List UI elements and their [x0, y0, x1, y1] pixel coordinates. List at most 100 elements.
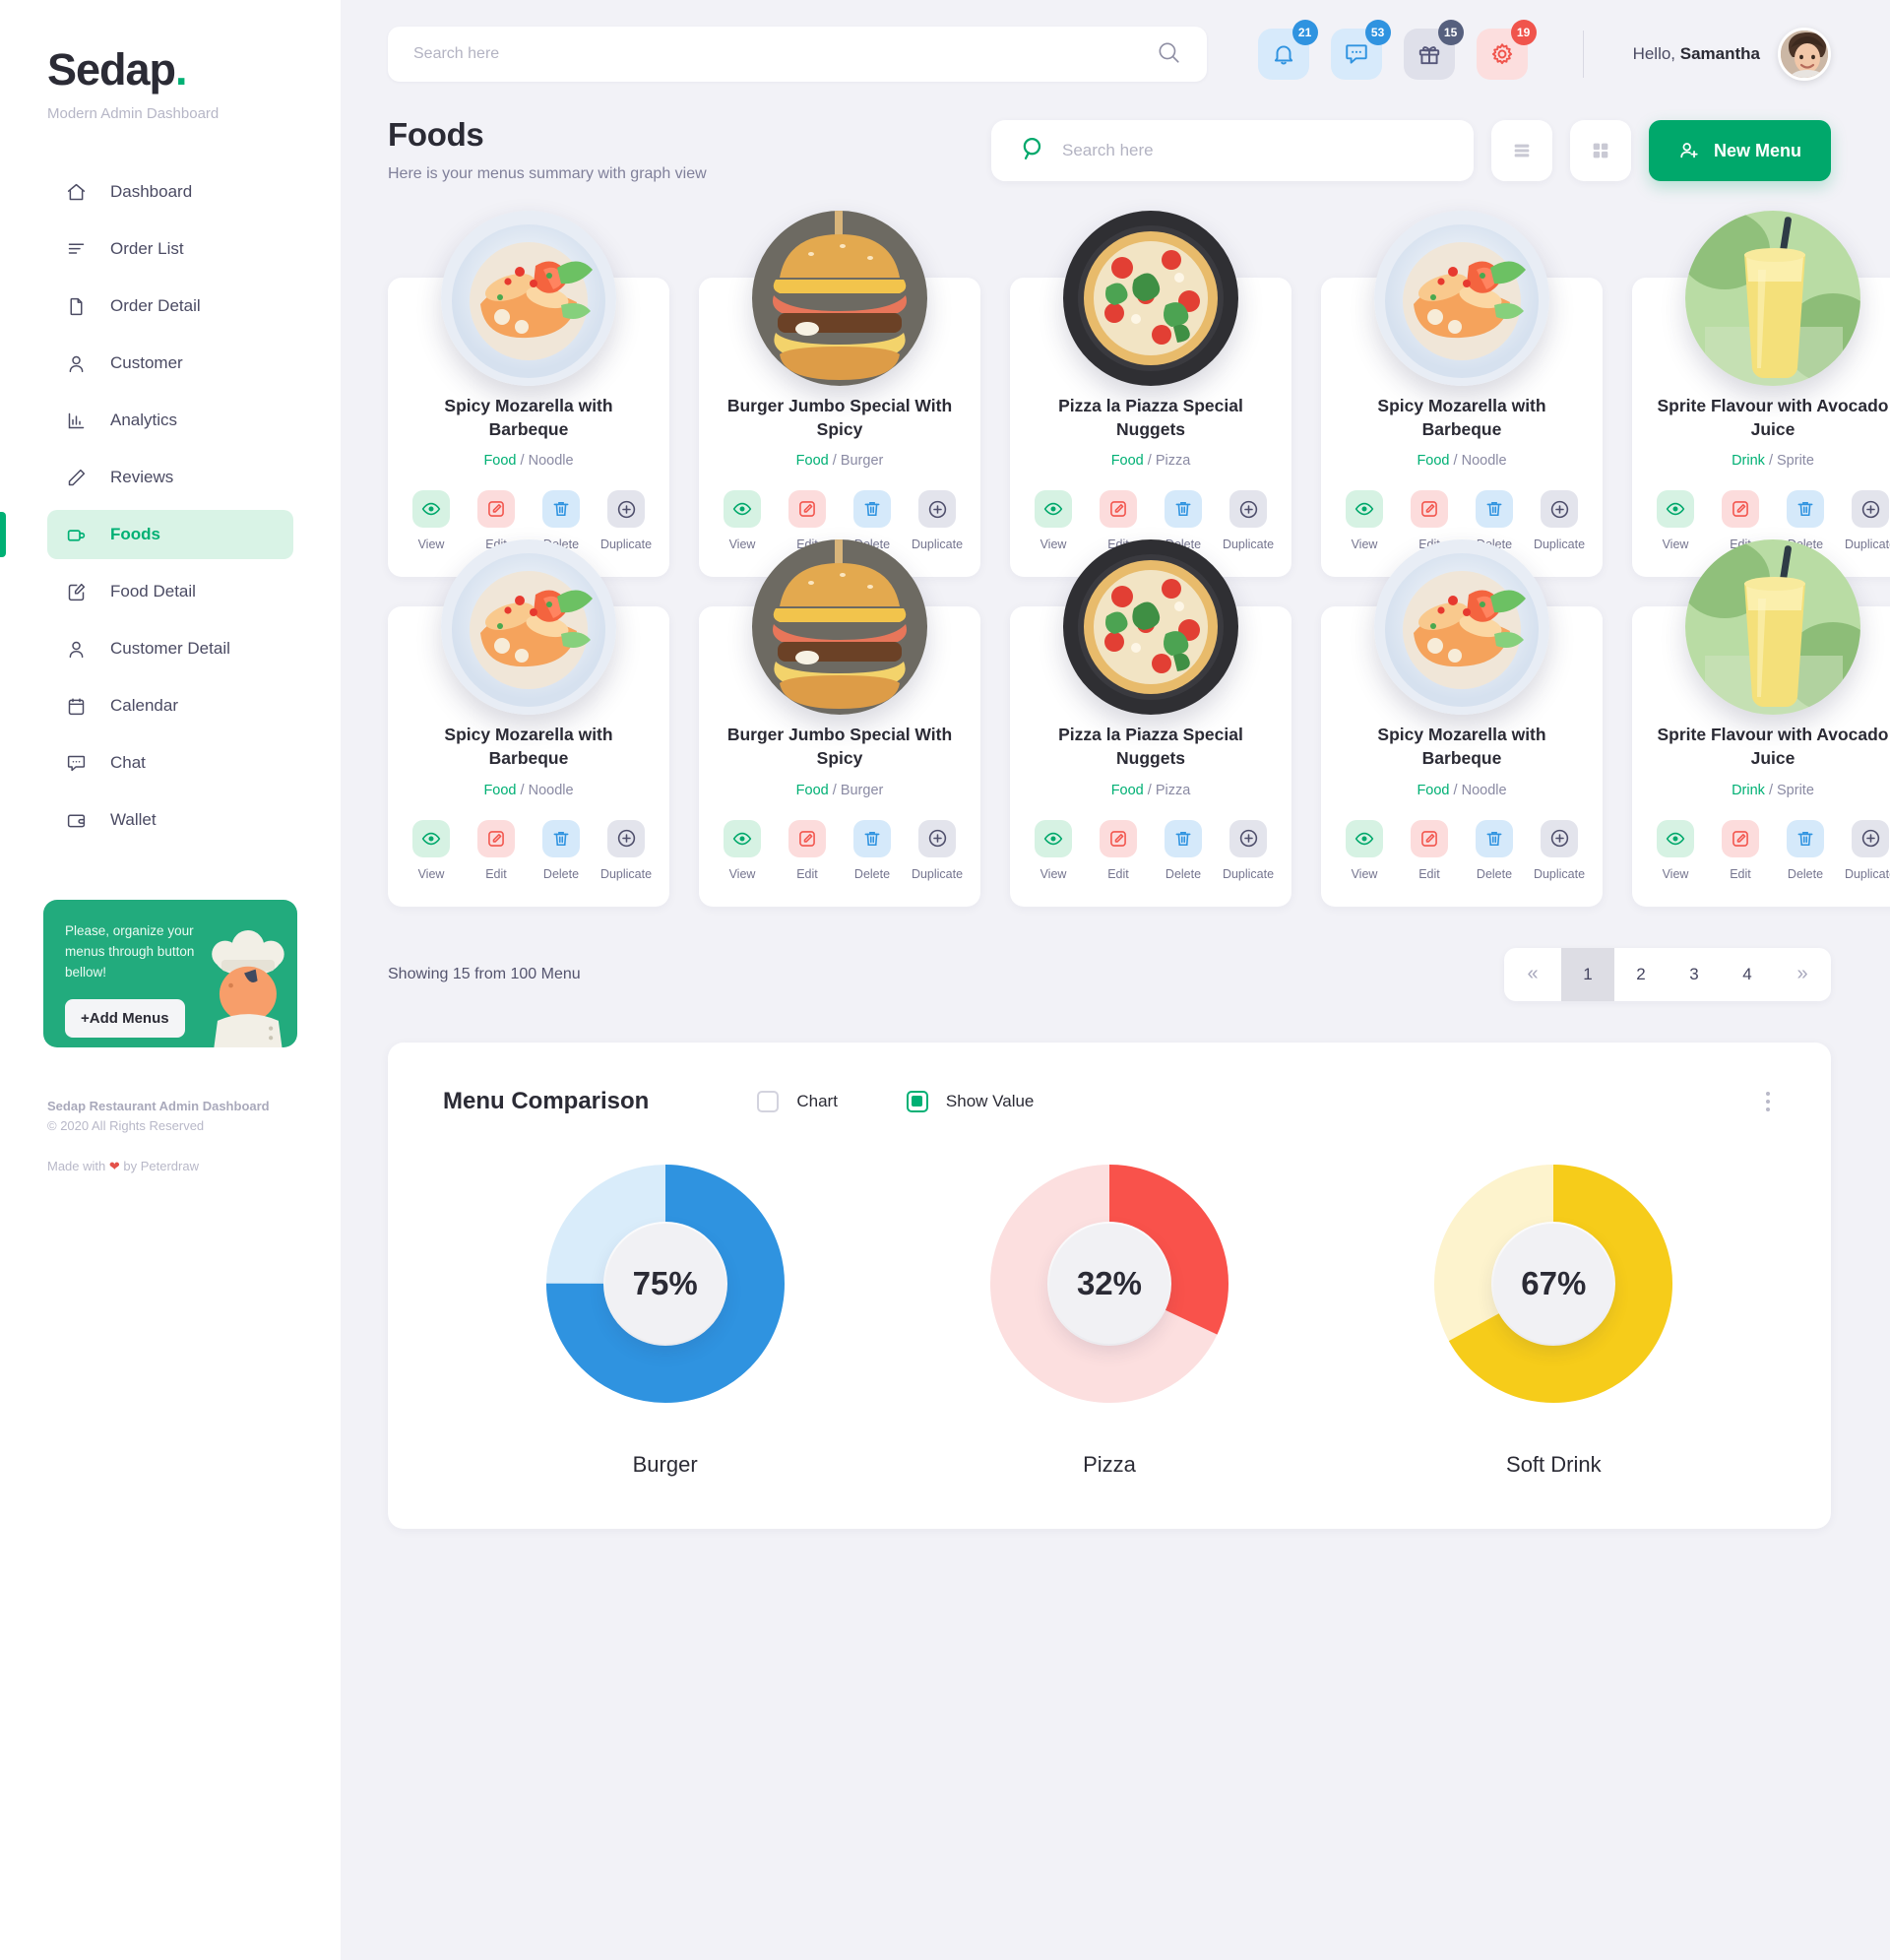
grid-view-button[interactable] — [1569, 120, 1631, 181]
duplicate-action[interactable]: Duplicate — [1532, 490, 1587, 551]
greeting-name: Samantha — [1679, 44, 1760, 63]
pencil-icon — [65, 467, 87, 488]
food-category-sep: / — [1449, 782, 1462, 798]
greeting: Hello, Samantha — [1633, 44, 1760, 64]
view-action[interactable]: View — [404, 819, 459, 881]
edit-action[interactable]: Edit — [1091, 819, 1146, 881]
action-label: Duplicate — [1533, 537, 1586, 552]
sidebar-item-order-detail[interactable]: Order Detail — [47, 282, 293, 331]
kebab-menu-icon[interactable] — [1760, 1086, 1776, 1117]
action-label: View — [728, 866, 756, 881]
messages-button[interactable]: 53 — [1330, 20, 1391, 80]
food-card[interactable]: Pizza la Piazza Special Nuggets Food / Pi… — [1010, 211, 1292, 578]
food-card[interactable]: Sprite Flavour with Avocado Juice Drink /… — [1632, 211, 1890, 578]
view-action[interactable]: View — [1337, 819, 1392, 881]
food-card[interactable]: Burger Jumbo Special With Spicy Food / Bu… — [699, 211, 980, 578]
toggle-show-value[interactable]: Show Value — [906, 1090, 1034, 1112]
action-label: View — [1662, 866, 1689, 881]
edit-icon — [1411, 490, 1448, 529]
duplicate-action[interactable]: Duplicate — [1221, 819, 1276, 881]
global-search[interactable] — [388, 27, 1207, 82]
food-category-sub: Burger — [840, 453, 884, 470]
add-menus-button[interactable]: +Add Menus — [65, 998, 185, 1038]
duplicate-action[interactable]: Duplicate — [910, 490, 965, 551]
pagination-next[interactable]: » — [1774, 948, 1831, 1001]
pagination-page-1[interactable]: 1 — [1561, 947, 1614, 1001]
sidebar-item-chat[interactable]: Chat — [47, 738, 293, 788]
sidebar-item-food-detail[interactable]: Food Detail — [47, 567, 293, 616]
menu-search-input[interactable] — [1061, 141, 1446, 160]
food-card[interactable]: Spicy Mozarella with Barbeque Food / Nood… — [388, 211, 669, 578]
delete-action[interactable]: Delete — [1467, 819, 1522, 881]
document-icon — [65, 295, 87, 317]
trash-icon — [853, 819, 891, 857]
view-action[interactable]: View — [1026, 490, 1081, 551]
food-category-sub: Pizza — [1155, 453, 1191, 470]
pagination-page-2[interactable]: 2 — [1614, 948, 1668, 1001]
food-card[interactable]: Pizza la Piazza Special Nuggets Food / Pi… — [1010, 539, 1292, 907]
list-view-button[interactable] — [1490, 120, 1552, 181]
pagination-page-3[interactable]: 3 — [1668, 948, 1721, 1001]
view-action[interactable]: View — [715, 490, 770, 551]
sidebar-item-wallet[interactable]: Wallet — [47, 795, 293, 845]
settings-button[interactable]: 19 — [1476, 20, 1537, 80]
view-action[interactable]: View — [404, 490, 459, 551]
sidebar-item-order-list[interactable]: Order List — [47, 224, 293, 274]
edit-action[interactable]: Edit — [1713, 819, 1768, 881]
delete-action[interactable]: Delete — [845, 819, 900, 881]
food-card[interactable]: Spicy Mozarella with Barbeque Food / Nood… — [1321, 211, 1603, 578]
notifications-button[interactable]: 21 — [1257, 20, 1318, 80]
pagination-page-4[interactable]: 4 — [1721, 948, 1774, 1001]
checkbox-show-value[interactable] — [906, 1090, 928, 1112]
food-card[interactable]: Spicy Mozarella with Barbeque Food / Nood… — [388, 539, 669, 907]
delete-action[interactable]: Delete — [1778, 819, 1833, 881]
edit-action[interactable]: Edit — [469, 819, 524, 881]
menu-search[interactable] — [990, 120, 1474, 181]
duplicate-action[interactable]: Duplicate — [1532, 819, 1587, 881]
view-action[interactable]: View — [1648, 490, 1703, 551]
new-menu-button[interactable]: New Menu — [1648, 120, 1831, 181]
pagination-prev[interactable]: « — [1504, 948, 1561, 1001]
food-category: Food / Pizza — [1026, 783, 1276, 798]
delete-action[interactable]: Delete — [1156, 819, 1211, 881]
sidebar-item-label: Order Detail — [110, 296, 201, 315]
duplicate-action[interactable]: Duplicate — [1221, 490, 1276, 551]
sidebar-item-dashboard[interactable]: Dashboard — [47, 167, 293, 217]
duplicate-action[interactable]: Duplicate — [1843, 490, 1890, 551]
gifts-button[interactable]: 15 — [1403, 20, 1464, 80]
search-icon — [1156, 39, 1181, 70]
view-action[interactable]: View — [1648, 819, 1703, 881]
duplicate-action[interactable]: Duplicate — [598, 819, 654, 881]
view-action[interactable]: View — [1337, 490, 1392, 551]
global-search-input[interactable] — [413, 45, 1156, 63]
sidebar-item-customer-detail[interactable]: Customer Detail — [47, 624, 293, 673]
view-action[interactable]: View — [715, 819, 770, 881]
duplicate-action[interactable]: Duplicate — [910, 819, 965, 881]
action-label: Edit — [1418, 866, 1440, 881]
view-action[interactable]: View — [1026, 819, 1081, 881]
duplicate-action[interactable]: Duplicate — [1843, 819, 1890, 881]
sidebar-item-reviews[interactable]: Reviews — [47, 453, 293, 502]
edit-icon — [1722, 490, 1759, 529]
food-card[interactable]: Burger Jumbo Special With Spicy Food / Bu… — [699, 539, 980, 907]
food-category: Food / Pizza — [1026, 453, 1276, 469]
trash-icon — [1165, 490, 1202, 529]
sidebar-item-label: Chat — [110, 753, 146, 772]
sidebar-item-analytics[interactable]: Analytics — [47, 396, 293, 445]
sidebar-item-calendar[interactable]: Calendar — [47, 681, 293, 730]
avatar[interactable] — [1778, 28, 1831, 81]
user-zone[interactable]: Hello, Samantha — [1633, 28, 1831, 81]
sidebar-item-customer[interactable]: Customer — [47, 339, 293, 388]
food-card[interactable]: Spicy Mozarella with Barbeque Food / Nood… — [1321, 539, 1603, 907]
duplicate-action[interactable]: Duplicate — [598, 490, 654, 551]
food-card[interactable]: Sprite Flavour with Avocado Juice Drink /… — [1632, 539, 1890, 907]
toggle-chart[interactable]: Chart — [757, 1090, 838, 1112]
food-category-main: Food — [1110, 453, 1144, 470]
chef-illustration — [212, 930, 284, 1047]
page-header: Foods Here is your menus summary with gr… — [341, 108, 1890, 183]
edit-action[interactable]: Edit — [1402, 819, 1457, 881]
delete-action[interactable]: Delete — [534, 819, 589, 881]
checkbox-chart[interactable] — [757, 1090, 780, 1112]
sidebar-item-foods[interactable]: Foods — [0, 510, 293, 559]
edit-action[interactable]: Edit — [780, 819, 835, 881]
